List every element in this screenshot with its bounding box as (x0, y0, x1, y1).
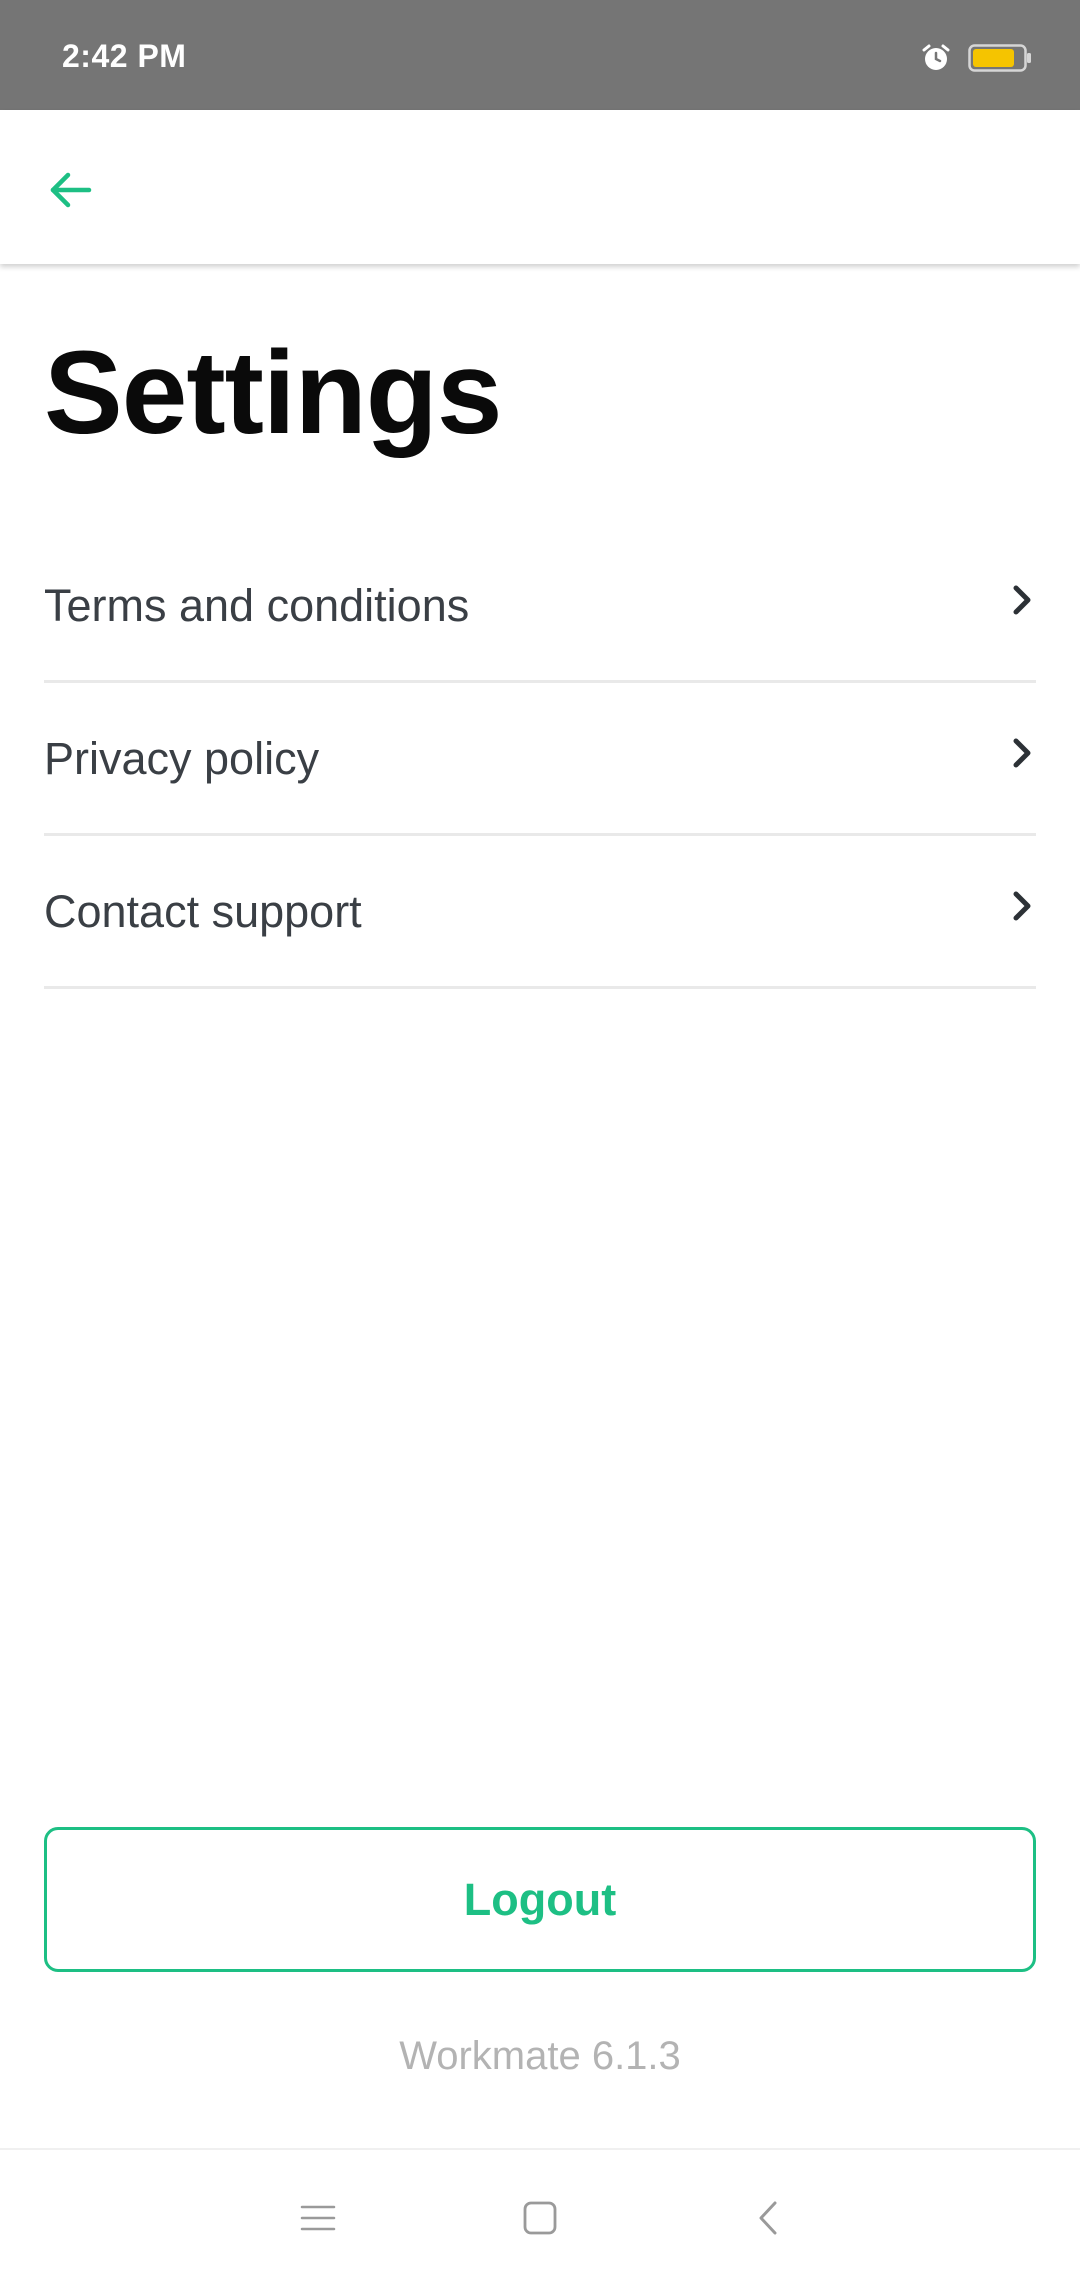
recent-apps-button[interactable] (288, 2188, 348, 2248)
chevron-right-icon (1013, 891, 1031, 921)
page-title: Settings (44, 327, 502, 459)
menu-item-support[interactable]: Contact support (44, 836, 1036, 989)
logout-button[interactable]: Logout (44, 1827, 1036, 1972)
battery-icon (968, 44, 1031, 72)
app-bar (0, 110, 1080, 264)
home-icon (523, 2201, 557, 2235)
system-back-button[interactable] (738, 2188, 798, 2248)
menu-icon (300, 2205, 336, 2231)
status-bar: 2:42 PM (0, 0, 1080, 110)
menu-item-label: Contact support (44, 886, 362, 937)
settings-menu: Terms and conditions Privacy policy Cont… (44, 530, 1036, 989)
back-button[interactable] (30, 150, 110, 230)
back-icon (759, 2201, 777, 2235)
arrow-left-icon (50, 172, 92, 208)
home-button[interactable] (510, 2188, 570, 2248)
menu-item-label: Privacy policy (44, 733, 320, 784)
system-nav-bar (0, 2148, 1080, 2280)
menu-item-label: Terms and conditions (44, 580, 470, 631)
app-version: Workmate 6.1.3 (399, 2034, 681, 2078)
menu-item-privacy[interactable]: Privacy policy (44, 683, 1036, 836)
chevron-right-icon (1013, 585, 1031, 615)
chevron-right-icon (1013, 738, 1031, 768)
alarm-icon (922, 44, 950, 70)
menu-item-terms[interactable]: Terms and conditions (44, 530, 1036, 683)
status-time: 2:42 PM (62, 38, 187, 74)
